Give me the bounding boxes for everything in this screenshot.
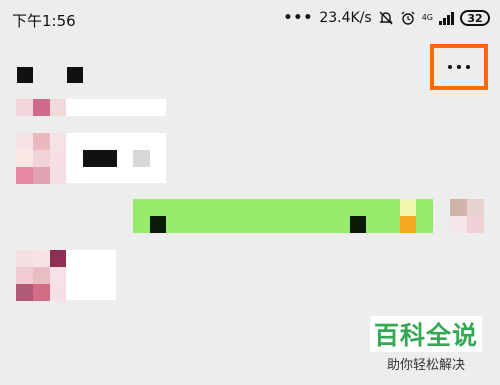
watermark-subtitle: 助你轻松解决 <box>386 357 465 373</box>
status-dots-icon: ••• <box>283 10 314 26</box>
battery-icon: 32 <box>460 10 490 26</box>
more-button[interactable] <box>430 44 488 90</box>
pixelated-text <box>83 150 117 167</box>
message-bubble[interactable] <box>66 133 166 183</box>
more-dots-icon <box>448 65 470 69</box>
status-bar-right: ••• 23.4K/s 4G 32 <box>283 10 490 26</box>
avatar[interactable] <box>16 99 67 116</box>
title-block <box>67 67 83 83</box>
alarm-icon <box>400 10 416 26</box>
pixelated-text <box>350 216 366 233</box>
message-bubble[interactable] <box>66 99 166 116</box>
watermark: 百科全说 助你轻松解决 <box>366 313 486 375</box>
network-type: 4G <box>421 13 433 22</box>
network-speed: 23.4K/s <box>319 10 372 26</box>
message-bubble-outgoing[interactable] <box>133 199 433 233</box>
pixelated-text <box>400 216 416 233</box>
pixelated-text <box>133 150 150 167</box>
message-bubble[interactable] <box>66 250 116 300</box>
status-time: 下午1:56 <box>12 12 76 30</box>
mute-bell-icon <box>378 10 394 26</box>
title-block <box>17 67 33 83</box>
avatar[interactable] <box>16 250 67 301</box>
pixelated-text <box>150 216 166 233</box>
avatar[interactable] <box>16 133 67 184</box>
pixelated-text <box>400 199 416 216</box>
watermark-title: 百科全说 <box>369 315 482 352</box>
signal-icon <box>439 11 454 25</box>
avatar-self[interactable] <box>450 199 484 233</box>
